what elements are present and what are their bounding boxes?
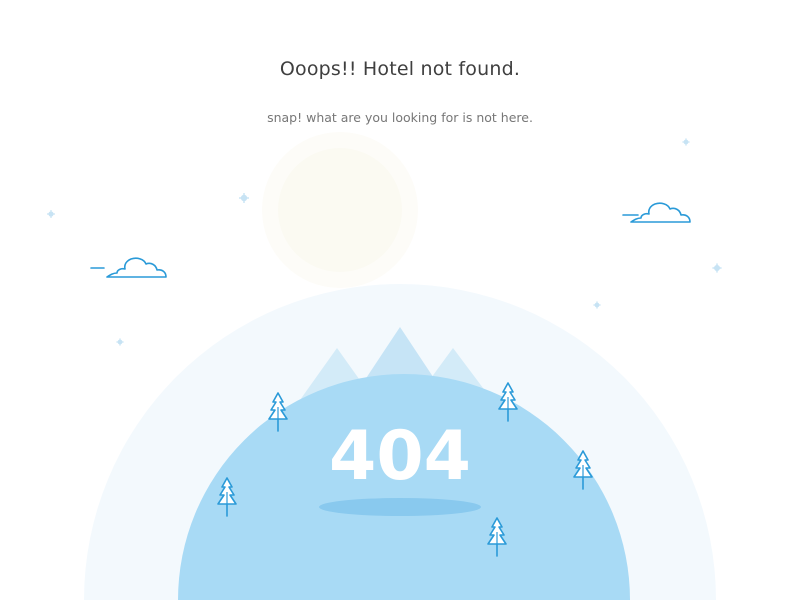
cloud-icon — [622, 202, 691, 223]
cloud-icon — [90, 257, 167, 278]
snowflake-icon — [239, 193, 249, 203]
snowflake-icon — [47, 210, 55, 218]
code-shadow — [319, 498, 481, 516]
illustration: 404 — [47, 132, 722, 600]
error-code: 404 — [329, 417, 471, 496]
moon-icon — [262, 132, 418, 288]
snowflake-icon — [682, 138, 690, 146]
snowflake-icon — [712, 263, 722, 273]
snowflake-icon — [593, 301, 601, 309]
snowflake-icon — [116, 338, 124, 346]
